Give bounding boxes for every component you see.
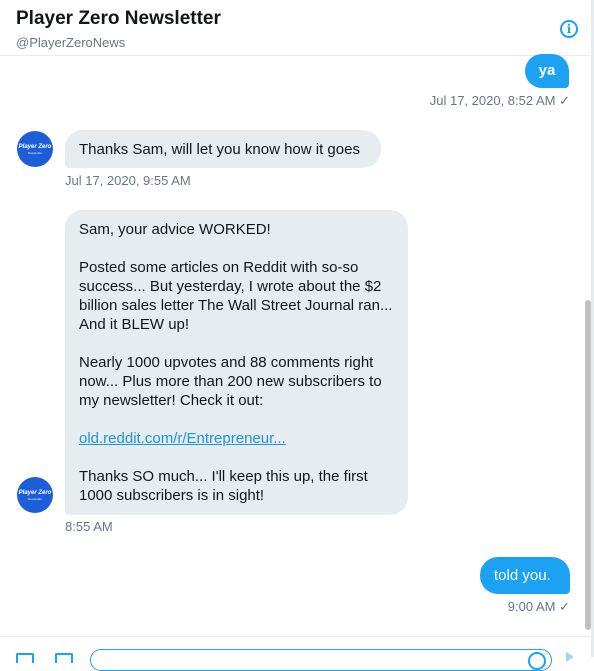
send-icon[interactable] (566, 652, 574, 662)
message-paragraph: Sam, your advice WORKED! (79, 221, 271, 238)
info-icon[interactable]: i (560, 20, 578, 38)
reddit-link[interactable]: old.reddit.com/r/Entrepreneur... (79, 430, 286, 447)
message-text: told you. (494, 567, 551, 584)
conversation-header: Player Zero Newsletter @PlayerZeroNews i (0, 0, 591, 56)
gif-icon[interactable] (55, 653, 73, 663)
info-glyph: i (566, 22, 572, 36)
message-paragraph: Thanks SO much... I'll keep this up, the… (79, 468, 368, 504)
message-timestamp: 8:55 AM (65, 519, 113, 534)
message-timestamp: Jul 17, 2020, 9:55 AM (65, 173, 191, 188)
message-timestamp: 9:00 AM ✓ (507, 599, 570, 614)
conversation-handle[interactable]: @PlayerZeroNews (16, 35, 125, 50)
message-text: ya (538, 62, 556, 79)
message-text: Thanks Sam, will let you know how it goe… (79, 141, 360, 158)
incoming-message-bubble[interactable]: Sam, your advice WORKED! Posted some art… (65, 210, 408, 515)
incoming-message-bubble[interactable]: Thanks Sam, will let you know how it goe… (65, 130, 381, 168)
outgoing-message-bubble[interactable]: ya (525, 54, 569, 88)
message-paragraph: Nearly 1000 upvotes and 88 comments righ… (79, 354, 382, 409)
scrollbar-thumb[interactable] (585, 300, 591, 630)
outgoing-message-bubble[interactable]: told you. (480, 557, 570, 594)
avatar-sublabel: Newsletter (27, 150, 43, 155)
avatar-sublabel: Newsletter (27, 496, 43, 501)
avatar-label: Player Zero (18, 489, 52, 496)
avatar[interactable]: Player Zero Newsletter (17, 477, 53, 513)
message-input[interactable] (90, 649, 552, 671)
image-icon[interactable] (16, 653, 34, 663)
avatar[interactable]: Player Zero Newsletter (17, 131, 53, 167)
message-paragraph: Posted some articles on Reddit with so-s… (79, 259, 393, 333)
avatar-label: Player Zero (18, 143, 52, 150)
emoji-icon[interactable] (528, 652, 546, 670)
message-timestamp: Jul 17, 2020, 8:52 AM ✓ (429, 93, 570, 108)
conversation-title: Player Zero Newsletter (16, 8, 221, 29)
